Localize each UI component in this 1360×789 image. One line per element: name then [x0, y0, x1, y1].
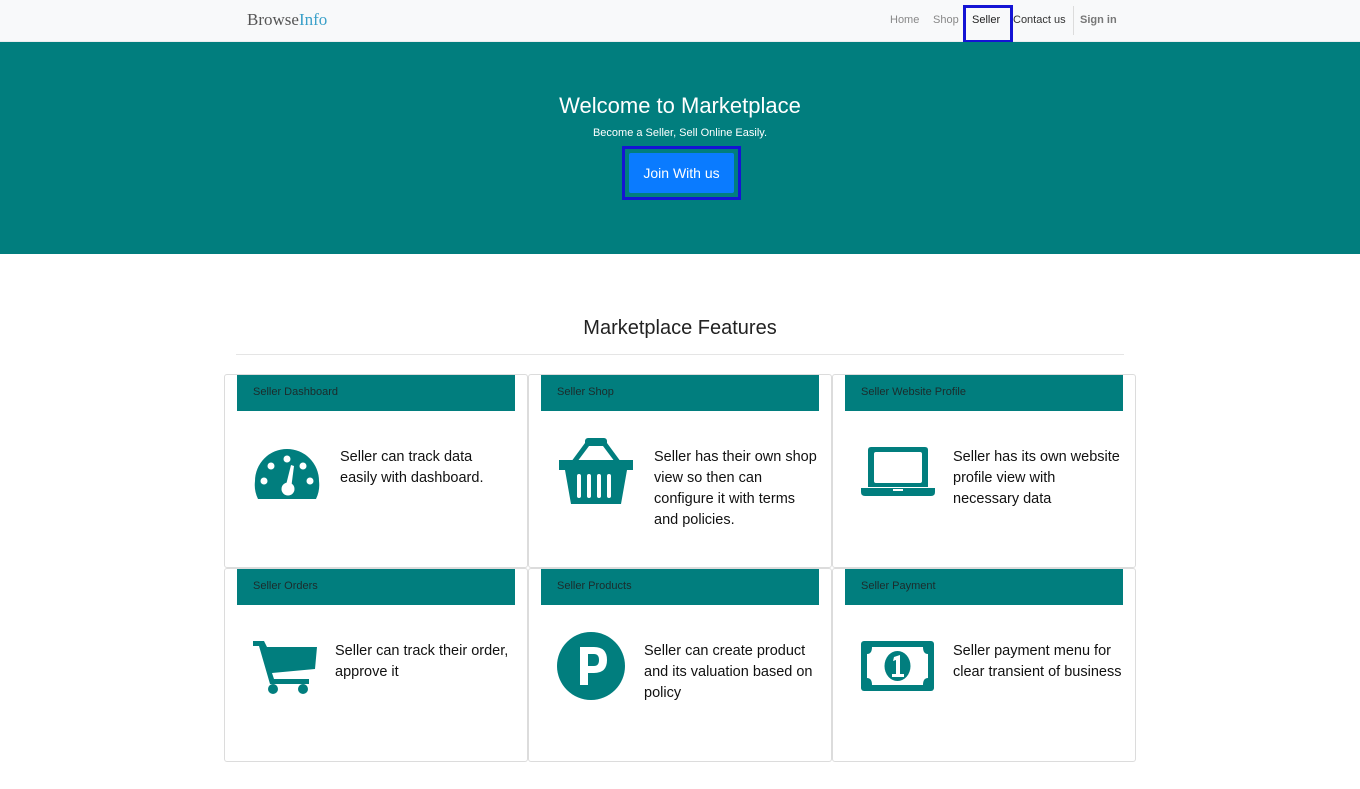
feature-card-payment: Seller Payment Seller payment menu for c… [832, 568, 1136, 762]
seller-highlight-box [963, 5, 1013, 43]
card-text: Seller has its own website profile view … [953, 449, 1120, 507]
nav-links: Home Shop Seller Contact us Sign in [0, 0, 1360, 42]
money-bill-icon [861, 641, 934, 691]
nav-home-link[interactable]: Home [890, 14, 919, 26]
feature-card-dashboard: Seller Dashboard Seller can track data e… [224, 374, 528, 568]
card-header: Seller Payment [845, 569, 1123, 605]
features-title: Marketplace Features [583, 317, 777, 339]
nav-shop-link[interactable]: Shop [933, 14, 959, 26]
nav-signin-link[interactable]: Sign in [1080, 14, 1117, 26]
card-header: Seller Website Profile [845, 375, 1123, 411]
cart-icon [253, 641, 317, 694]
card-header: Seller Shop [541, 375, 819, 411]
nav-contact-link[interactable]: Contact us [1013, 14, 1066, 26]
card-header: Seller Dashboard [237, 375, 515, 411]
nav-divider [1073, 6, 1074, 35]
join-button[interactable]: Join With us [629, 153, 734, 193]
basket-icon [559, 438, 633, 504]
card-text: Seller payment menu for clear transient … [953, 643, 1122, 680]
card-text: Seller has their own shop view so then c… [654, 449, 817, 528]
card-text: Seller can track data easily with dashbo… [340, 449, 484, 486]
hero-title: Welcome to Marketplace [559, 93, 801, 118]
hero-banner: Welcome to Marketplace Become a Seller, … [0, 42, 1360, 254]
join-highlight-box: Join With us [622, 146, 741, 200]
card-text: Seller can create product and its valuat… [644, 643, 813, 701]
top-navbar: BrowseInfo Home Shop Seller Contact us S… [0, 0, 1360, 43]
feature-card-website-profile: Seller Website Profile Seller has its ow… [832, 374, 1136, 568]
hero-subtitle: Become a Seller, Sell Online Easily. [592, 127, 768, 139]
dashboard-icon [254, 449, 320, 499]
card-header: Seller Orders [237, 569, 515, 605]
features-divider [236, 354, 1124, 355]
feature-card-orders: Seller Orders Seller can track their ord… [224, 568, 528, 762]
card-header: Seller Products [541, 569, 819, 605]
card-text: Seller can track their order, approve it [335, 643, 509, 680]
feature-card-shop: Seller Shop Seller has their own shop vi… [528, 374, 832, 568]
feature-card-products: Seller Products Seller can create produc… [528, 568, 832, 762]
laptop-icon [861, 447, 935, 496]
parking-p-icon [557, 632, 625, 700]
